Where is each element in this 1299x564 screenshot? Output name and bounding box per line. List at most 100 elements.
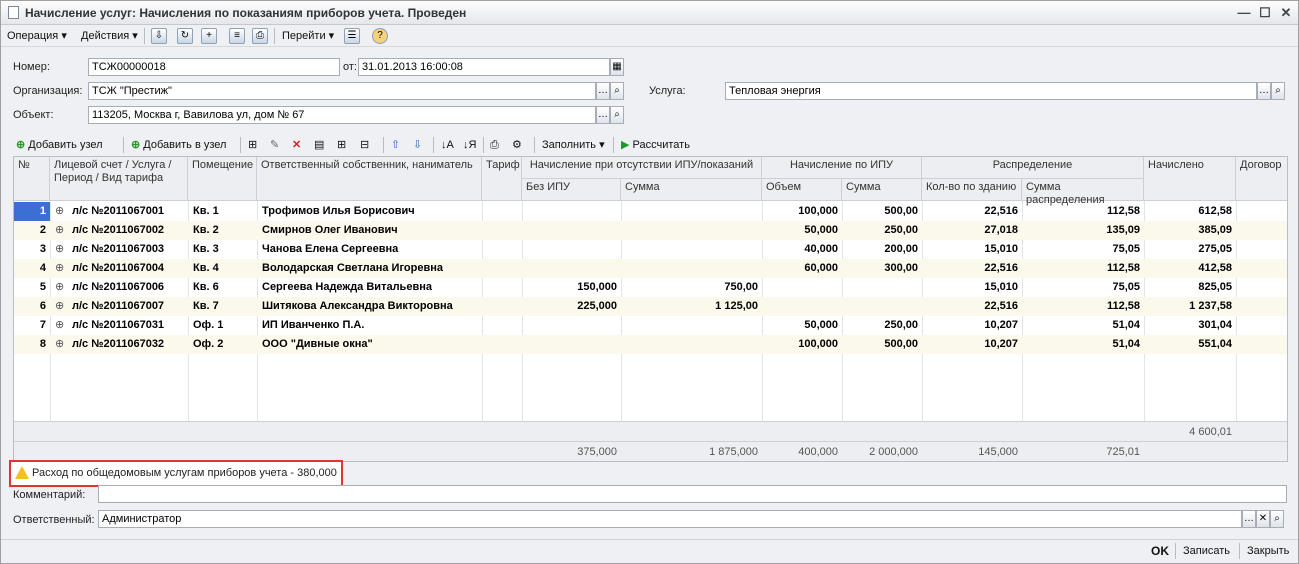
edit-icon[interactable]: ✎ [270,137,279,153]
col-dist-qty[interactable]: Кол-во по зданию [922,179,1022,201]
finish-edit-icon[interactable]: ▤ [314,137,324,153]
table-row[interactable]: ⊕ 1 л/с №2011067001 Кв. 1 Трофимов Илья Бори… [14,202,1287,221]
cell-account: л/с №2011067031 [72,319,165,331]
search-icon[interactable]: ⌕ [610,82,624,100]
search-icon[interactable]: ⌕ [1270,510,1284,528]
table-row[interactable]: ⊕ 2 л/с №2011067002 Кв. 2 Смирнов Олег Ивано… [14,221,1287,240]
copy-icon[interactable]: + [201,28,217,44]
move-down-icon[interactable]: ⇩ [413,137,422,153]
col-owner[interactable]: Ответственный собственник, наниматель [257,157,482,201]
cell-qty: 10,207 [984,319,1018,331]
cell-dist-sum: 112,58 [1106,300,1140,312]
close-button[interactable]: Закрыть [1247,543,1289,559]
refresh-icon[interactable]: ↻ [177,28,193,44]
table-row[interactable]: ⊕ 3 л/с №2011067003 Кв. 3 Чанова Елена Серге… [14,240,1287,259]
select-icon[interactable]: … [596,82,610,100]
cell-no-ipu [522,240,617,259]
service-field[interactable]: Тепловая энергия [725,82,1257,100]
cell-no-ipu-sum [621,202,758,221]
col-meter-sum[interactable]: Сумма [842,179,922,201]
cell-premise: Кв. 4 [193,262,219,274]
expand-row-icon[interactable]: ⊕ [55,316,67,335]
number-field[interactable]: ТСЖ00000018 [88,58,340,76]
select-icon[interactable]: … [596,106,610,124]
add-to-node-button[interactable]: ⊕ Добавить в узел [131,137,226,153]
save-button[interactable]: Записать [1183,543,1230,559]
select-icon[interactable]: … [1257,82,1271,100]
expand-icon[interactable]: ⊞ [337,137,346,153]
expand-row-icon[interactable]: ⊕ [55,259,67,278]
print-icon[interactable]: ⎙ [252,28,268,44]
fill-menu[interactable]: Заполнить ▾ [542,137,605,153]
calculate-button[interactable]: ▶ Рассчитать [621,137,690,153]
cell-charged: 275,05 [1198,243,1232,255]
cell-qty: 22,516 [984,205,1018,217]
col-no-meter-sum[interactable]: Сумма [621,179,762,201]
cell-volume [762,297,838,316]
expand-row-icon[interactable]: ⊕ [55,297,67,316]
expand-row-icon[interactable]: ⊕ [55,335,67,354]
responsible-field[interactable]: Администратор [98,510,1242,528]
search-icon[interactable]: ⌕ [1271,82,1285,100]
cell-ipu-sum: 300,00 [884,262,918,274]
close-icon[interactable]: ✕ [1276,1,1296,25]
minimize-icon[interactable]: — [1234,1,1254,25]
play-icon: ▶ [621,139,630,151]
calendar-icon[interactable]: ▦ [610,58,624,76]
table-row[interactable]: ⊕ 7 л/с №2011067031 Оф. 1 ИП Иванченко П.А. 5… [14,316,1287,335]
select-icon[interactable]: … [1242,510,1256,528]
warning-icon [15,466,29,479]
toolbar-separator [1239,543,1240,559]
goto-menu[interactable]: Перейти ▾ [282,28,334,44]
maximize-icon[interactable]: ☐ [1255,1,1275,25]
comment-field[interactable] [98,485,1287,503]
col-group-meter[interactable]: Начисление по ИПУ [762,157,922,179]
move-up-icon[interactable]: ⇧ [391,137,400,153]
organization-field[interactable]: ТСЖ "Престиж" [88,82,596,100]
expand-row-icon[interactable]: ⊕ [55,202,67,221]
col-num[interactable]: № [14,157,50,201]
table-row[interactable]: ⊕ 5 л/с №2011067006 Кв. 6 Сергеева Надежда В… [14,278,1287,297]
table-row[interactable]: ⊕ 8 л/с №2011067032 Оф. 2 ООО "Дивные окна" 1… [14,335,1287,354]
cell-volume: 60,000 [804,262,838,274]
help-icon[interactable]: ? [372,28,388,44]
add-row-icon[interactable]: ⊞ [248,137,257,153]
col-group-distribution[interactable]: Распределение [922,157,1144,179]
operation-menu[interactable]: Операция ▾ [7,28,67,44]
expand-row-icon[interactable]: ⊕ [55,278,67,297]
col-premise[interactable]: Помещение [188,157,257,201]
search-icon[interactable]: ⌕ [610,106,624,124]
object-field[interactable]: 113205, Москва г, Вавилова ул, дом № 67 [88,106,596,124]
col-group-no-meter[interactable]: Начисление при отсутствии ИПУ/показаний [522,157,762,179]
cell-no-ipu: 150,000 [577,281,617,293]
date-field[interactable]: 31.01.2013 16:00:08 [358,58,610,76]
cell-volume: 100,000 [798,338,838,350]
col-charged[interactable]: Начислено [1144,157,1236,201]
col-tariff[interactable]: Тариф [482,157,522,201]
expand-row-icon[interactable]: ⊕ [55,240,67,259]
total-no-ipu: 375,000 [577,446,617,458]
total-volume: 400,000 [798,446,838,458]
delete-icon[interactable]: ✕ [292,137,301,153]
table-row[interactable]: ⊕ 6 л/с №2011067007 Кв. 7 Шитякова Александр… [14,297,1287,316]
clear-icon[interactable]: ✕ [1256,510,1270,528]
actions-menu[interactable]: Действия ▾ [81,28,138,44]
settings-icon[interactable]: ⚙ [512,137,522,153]
ok-button[interactable]: OK [1151,543,1169,559]
col-account[interactable]: Лицевой счет / Услуга / Период / Вид тар… [50,157,188,201]
collapse-icon[interactable]: ⊟ [360,137,369,153]
list-icon[interactable]: ☰ [344,28,360,44]
col-dist-sum[interactable]: Сумма распределения [1022,179,1144,206]
sort-desc-icon[interactable]: ↓Я [463,137,476,153]
table-row[interactable]: ⊕ 4 л/с №2011067004 Кв. 4 Володарская Светла… [14,259,1287,278]
col-meter-volume[interactable]: Объем [762,179,842,201]
post-document-icon[interactable]: ⇩ [151,28,167,44]
structure-icon[interactable]: ≡ [229,28,245,44]
col-no-meter-without[interactable]: Без ИПУ [522,179,621,201]
sort-asc-icon[interactable]: ↓A [441,137,454,153]
add-node-button[interactable]: ⊕ Добавить узел [16,137,103,153]
expand-row-icon[interactable]: ⊕ [55,221,67,240]
print-icon[interactable]: ⎙ [490,137,499,153]
col-contract[interactable]: Договор [1236,157,1287,201]
cell-no-ipu [522,202,617,221]
